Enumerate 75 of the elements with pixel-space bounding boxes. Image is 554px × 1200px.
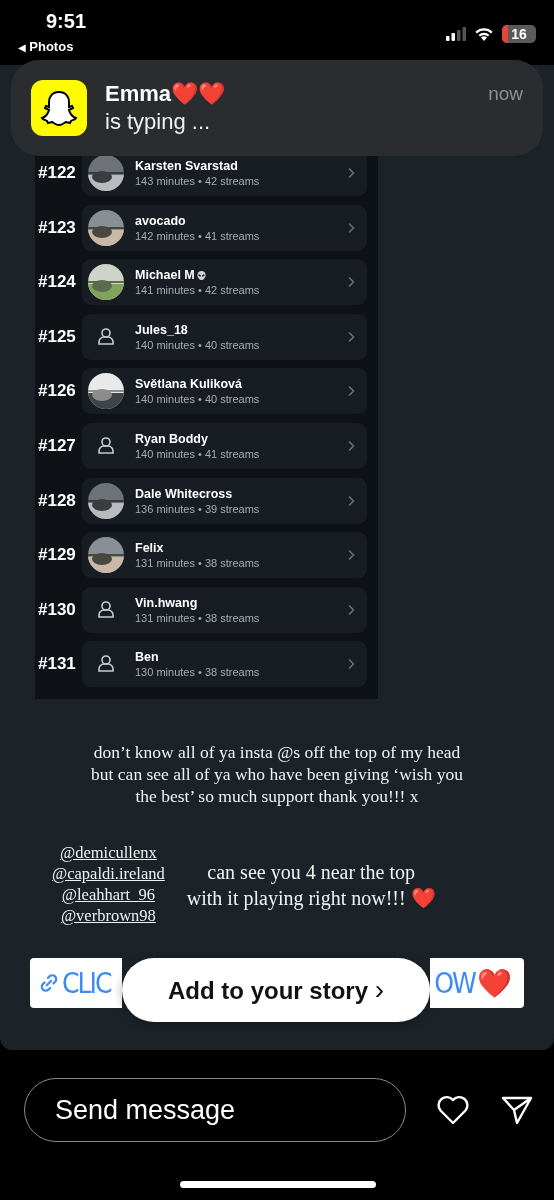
chevron-right-icon [347,439,355,452]
rank-number: #129 [37,545,77,566]
link-sticker-right[interactable]: OW❤ [430,958,524,1009]
listening-stats: 131 minutes • 38 streams [135,611,261,624]
chevron-right-icon [347,276,355,289]
rank-number: #123 [37,217,77,238]
listening-stats: 140 minutes • 40 streams [135,338,261,351]
listener-row[interactable]: Ben 130 minutes • 38 streams [82,641,367,688]
listening-stats: 136 minutes • 39 streams [135,502,261,515]
rank-number: #131 [37,654,77,675]
rank-number: #124 [37,272,77,293]
chevron-right-icon [347,658,355,671]
heart-emoji: ❤ [477,966,512,1000]
listening-stats: 131 minutes • 38 streams [135,557,261,570]
rank-number: #125 [37,326,77,347]
listener-row[interactable]: Vin.hwang 131 minutes • 38 streams [82,586,367,633]
listening-stats: 143 minutes • 42 streams [135,175,261,187]
listener-row[interactable]: avocado 142 minutes • 41 streams [82,204,367,251]
ghost-app-icon [31,80,87,136]
listener-name: Ryan Boddy [135,431,208,446]
chevron-right-icon [347,549,355,562]
sticker-text: CLIC [62,966,111,1000]
send-icon[interactable] [500,1094,534,1126]
listener-name: Dale Whitecross [135,486,233,501]
link-icon [38,972,60,995]
back-link[interactable]: ◀ Photos [18,39,87,54]
listener-name: Karsten Svarstad [135,159,238,173]
listening-stats: 140 minutes • 41 streams [135,447,261,460]
signal-icon [446,27,466,41]
listener-row[interactable]: Felix 131 minutes • 38 streams [82,532,367,579]
listener-row[interactable]: Ryan Boddy 140 minutes • 41 streams [82,422,367,469]
heart-icon[interactable] [436,1094,470,1126]
notification-message: is typing ... [105,109,212,135]
wifi-icon [474,26,494,42]
listener-row[interactable]: Jules_18 140 minutes • 40 streams [82,313,367,360]
mention-link[interactable]: @demicullenx [60,843,157,864]
chevron-right-icon [347,221,355,234]
notification-banner[interactable]: Emma❤❤ now is typing ... [11,60,543,156]
add-to-story-button[interactable]: Add to your story › [122,958,430,1023]
mention-link[interactable]: @capaldi.ireland [52,864,165,885]
listener-name: Jules_18 [135,322,188,337]
story-caption: don’t know all of ya insta @s off the top of my head but can see all of ya who have been giving ‘wish you the best’ so much support thank you!!! x [91,741,463,808]
listener-name: avocado [135,213,186,228]
clock-time: 9:51 [46,10,87,33]
notification-time: now [488,83,523,105]
listener-name: Vin.hwang [135,595,198,610]
mention-link[interactable]: @leahhart_96 [61,885,155,906]
chevron-right-icon [347,385,355,398]
listening-stats: 140 minutes • 40 streams [135,393,261,406]
listening-stats: 130 minutes • 38 streams [135,666,261,679]
listener-name: Světlana Kuliková [135,377,242,392]
notification-sender: Emma❤❤ [105,81,226,107]
rank-number: #126 [37,381,77,402]
chevron-right-icon [347,494,355,507]
chevron-right-icon [347,603,355,616]
chevron-right-icon [347,167,355,179]
rank-number: #122 [37,163,77,183]
mention-link[interactable]: @verbrown98 [60,906,156,927]
rank-number: #127 [37,435,77,456]
rank-number: #130 [37,599,77,620]
send-message-field[interactable]: Send message [24,1078,406,1142]
chevron-right-icon [347,330,355,343]
battery-indicator: 16 [502,25,536,43]
story-note: can see you 4 near the top with it playing right now!!! ❤ [186,859,436,911]
listener-row[interactable]: Dale Whitecross 136 minutes • 39 streams [82,477,367,524]
listening-stats: 141 minutes • 42 streams [135,284,261,297]
listener-name: Felix [135,541,164,556]
listener-name: Ben [135,650,159,665]
listener-row[interactable]: Michael M 141 minutes • 42 streams [82,259,367,306]
alien-icon [195,269,207,281]
rank-number: #128 [37,490,77,511]
sticker-text: OW [434,966,475,1000]
listener-name: Michael M [135,268,195,283]
listener-row[interactable]: Světlana Kuliková 140 minutes • 40 streams [82,368,367,415]
listening-stats: 142 minutes • 41 streams [135,229,261,242]
